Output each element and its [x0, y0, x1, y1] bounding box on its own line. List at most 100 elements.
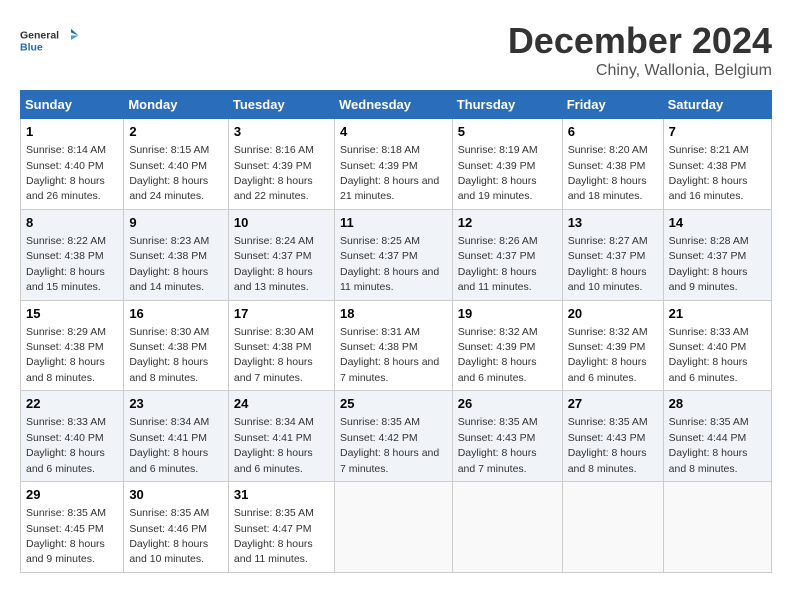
- table-row: 31 Sunrise: 8:35 AM Sunset: 4:47 PM Dayl…: [228, 482, 334, 573]
- daylight-text: Daylight: 8 hours and 10 minutes.: [129, 538, 208, 565]
- table-row: 29 Sunrise: 8:35 AM Sunset: 4:45 PM Dayl…: [21, 482, 124, 573]
- daylight-text: Daylight: 8 hours and 15 minutes.: [26, 266, 105, 293]
- sunset-text: Sunset: 4:40 PM: [26, 432, 104, 444]
- calendar-subtitle: Chiny, Wallonia, Belgium: [508, 62, 772, 80]
- sunset-text: Sunset: 4:37 PM: [568, 250, 646, 262]
- table-row: 4 Sunrise: 8:18 AM Sunset: 4:39 PM Dayli…: [334, 119, 452, 210]
- daylight-text: Daylight: 8 hours and 8 minutes.: [568, 447, 647, 474]
- day-number: 19: [458, 305, 557, 323]
- sunset-text: Sunset: 4:42 PM: [340, 432, 418, 444]
- daylight-text: Daylight: 8 hours and 18 minutes.: [568, 175, 647, 202]
- sunset-text: Sunset: 4:40 PM: [669, 341, 747, 353]
- header-friday: Friday: [562, 91, 663, 119]
- table-row: 10 Sunrise: 8:24 AM Sunset: 4:37 PM Dayl…: [228, 209, 334, 300]
- table-row: 25 Sunrise: 8:35 AM Sunset: 4:42 PM Dayl…: [334, 391, 452, 482]
- daylight-text: Daylight: 8 hours and 11 minutes.: [340, 266, 439, 293]
- sunrise-text: Sunrise: 8:20 AM: [568, 144, 648, 156]
- sunset-text: Sunset: 4:46 PM: [129, 523, 207, 535]
- daylight-text: Daylight: 8 hours and 6 minutes.: [129, 447, 208, 474]
- day-number: 29: [26, 486, 118, 504]
- day-number: 31: [234, 486, 329, 504]
- sunset-text: Sunset: 4:39 PM: [234, 160, 312, 172]
- day-number: 15: [26, 305, 118, 323]
- table-row: 7 Sunrise: 8:21 AM Sunset: 4:38 PM Dayli…: [663, 119, 771, 210]
- daylight-text: Daylight: 8 hours and 21 minutes.: [340, 175, 439, 202]
- table-row: [663, 482, 771, 573]
- sunset-text: Sunset: 4:38 PM: [26, 341, 104, 353]
- daylight-text: Daylight: 8 hours and 8 minutes.: [129, 356, 208, 383]
- page-header: General Blue December 2024 Chiny, Wallon…: [20, 20, 772, 80]
- table-row: 13 Sunrise: 8:27 AM Sunset: 4:37 PM Dayl…: [562, 209, 663, 300]
- sunset-text: Sunset: 4:39 PM: [340, 160, 418, 172]
- sunset-text: Sunset: 4:38 PM: [129, 341, 207, 353]
- daylight-text: Daylight: 8 hours and 10 minutes.: [568, 266, 647, 293]
- sunrise-text: Sunrise: 8:25 AM: [340, 235, 420, 247]
- calendar-table: Sunday Monday Tuesday Wednesday Thursday…: [20, 90, 772, 573]
- sunrise-text: Sunrise: 8:21 AM: [669, 144, 749, 156]
- day-number: 13: [568, 214, 658, 232]
- sunrise-text: Sunrise: 8:35 AM: [26, 507, 106, 519]
- table-row: 12 Sunrise: 8:26 AM Sunset: 4:37 PM Dayl…: [452, 209, 562, 300]
- daylight-text: Daylight: 8 hours and 6 minutes.: [234, 447, 313, 474]
- sunrise-text: Sunrise: 8:26 AM: [458, 235, 538, 247]
- logo: General Blue: [20, 20, 80, 60]
- sunset-text: Sunset: 4:44 PM: [669, 432, 747, 444]
- day-number: 27: [568, 395, 658, 413]
- sunrise-text: Sunrise: 8:31 AM: [340, 326, 420, 338]
- day-number: 18: [340, 305, 447, 323]
- sunset-text: Sunset: 4:39 PM: [458, 160, 536, 172]
- calendar-title: December 2024: [508, 20, 772, 62]
- sunrise-text: Sunrise: 8:33 AM: [669, 326, 749, 338]
- day-number: 10: [234, 214, 329, 232]
- svg-text:General: General: [20, 30, 59, 42]
- daylight-text: Daylight: 8 hours and 7 minutes.: [234, 356, 313, 383]
- sunrise-text: Sunrise: 8:34 AM: [234, 416, 314, 428]
- day-number: 22: [26, 395, 118, 413]
- table-row: 21 Sunrise: 8:33 AM Sunset: 4:40 PM Dayl…: [663, 300, 771, 391]
- sunset-text: Sunset: 4:37 PM: [234, 250, 312, 262]
- calendar-body: 1 Sunrise: 8:14 AM Sunset: 4:40 PM Dayli…: [21, 119, 772, 573]
- table-row: 6 Sunrise: 8:20 AM Sunset: 4:38 PM Dayli…: [562, 119, 663, 210]
- table-row: 9 Sunrise: 8:23 AM Sunset: 4:38 PM Dayli…: [124, 209, 229, 300]
- table-row: 19 Sunrise: 8:32 AM Sunset: 4:39 PM Dayl…: [452, 300, 562, 391]
- daylight-text: Daylight: 8 hours and 8 minutes.: [669, 447, 748, 474]
- day-number: 17: [234, 305, 329, 323]
- sunset-text: Sunset: 4:41 PM: [129, 432, 207, 444]
- sunset-text: Sunset: 4:43 PM: [568, 432, 646, 444]
- day-number: 2: [129, 123, 223, 141]
- daylight-text: Daylight: 8 hours and 13 minutes.: [234, 266, 313, 293]
- table-row: 27 Sunrise: 8:35 AM Sunset: 4:43 PM Dayl…: [562, 391, 663, 482]
- sunrise-text: Sunrise: 8:33 AM: [26, 416, 106, 428]
- table-row: 28 Sunrise: 8:35 AM Sunset: 4:44 PM Dayl…: [663, 391, 771, 482]
- daylight-text: Daylight: 8 hours and 8 minutes.: [26, 356, 105, 383]
- sunset-text: Sunset: 4:38 PM: [129, 250, 207, 262]
- sunset-text: Sunset: 4:38 PM: [568, 160, 646, 172]
- daylight-text: Daylight: 8 hours and 6 minutes.: [669, 356, 748, 383]
- table-row: 23 Sunrise: 8:34 AM Sunset: 4:41 PM Dayl…: [124, 391, 229, 482]
- sunset-text: Sunset: 4:40 PM: [26, 160, 104, 172]
- daylight-text: Daylight: 8 hours and 6 minutes.: [26, 447, 105, 474]
- sunrise-text: Sunrise: 8:32 AM: [568, 326, 648, 338]
- day-number: 6: [568, 123, 658, 141]
- table-row: 18 Sunrise: 8:31 AM Sunset: 4:38 PM Dayl…: [334, 300, 452, 391]
- table-row: 3 Sunrise: 8:16 AM Sunset: 4:39 PM Dayli…: [228, 119, 334, 210]
- daylight-text: Daylight: 8 hours and 6 minutes.: [458, 356, 537, 383]
- sunrise-text: Sunrise: 8:35 AM: [568, 416, 648, 428]
- sunrise-text: Sunrise: 8:30 AM: [129, 326, 209, 338]
- sunrise-text: Sunrise: 8:30 AM: [234, 326, 314, 338]
- sunset-text: Sunset: 4:45 PM: [26, 523, 104, 535]
- day-number: 16: [129, 305, 223, 323]
- daylight-text: Daylight: 8 hours and 22 minutes.: [234, 175, 313, 202]
- day-number: 26: [458, 395, 557, 413]
- header-tuesday: Tuesday: [228, 91, 334, 119]
- sunrise-text: Sunrise: 8:16 AM: [234, 144, 314, 156]
- daylight-text: Daylight: 8 hours and 9 minutes.: [26, 538, 105, 565]
- table-row: 22 Sunrise: 8:33 AM Sunset: 4:40 PM Dayl…: [21, 391, 124, 482]
- table-row: 15 Sunrise: 8:29 AM Sunset: 4:38 PM Dayl…: [21, 300, 124, 391]
- day-number: 4: [340, 123, 447, 141]
- sunrise-text: Sunrise: 8:28 AM: [669, 235, 749, 247]
- day-number: 1: [26, 123, 118, 141]
- day-number: 11: [340, 214, 447, 232]
- daylight-text: Daylight: 8 hours and 9 minutes.: [669, 266, 748, 293]
- table-row: [334, 482, 452, 573]
